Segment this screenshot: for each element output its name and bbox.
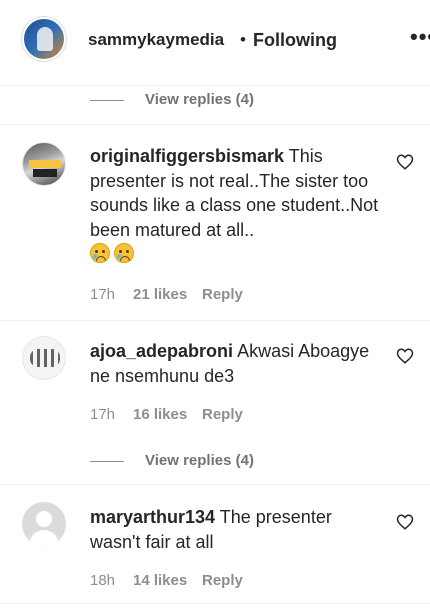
comment-likes[interactable]: 14 likes [133, 572, 187, 589]
avatar[interactable] [22, 17, 66, 61]
replies-line [90, 100, 124, 101]
reply-button[interactable]: Reply [202, 572, 243, 589]
comment-username[interactable]: maryarthur134 [90, 507, 215, 527]
view-replies-label: View replies (4) [145, 452, 254, 469]
comment-body: maryarthur134 The presenter wasn't fair … [90, 505, 386, 554]
avatar[interactable] [22, 336, 66, 380]
author-username[interactable]: sammykaymedia [88, 30, 224, 50]
comment-username[interactable]: originalfiggersbismark [90, 146, 284, 166]
reply-button[interactable]: Reply [202, 286, 243, 303]
avatar[interactable] [22, 502, 66, 546]
crying-face-emoji [90, 243, 110, 263]
comment-time: 17h [90, 406, 116, 423]
comment-likes[interactable]: 21 likes [133, 286, 187, 303]
heart-icon[interactable] [396, 153, 414, 171]
comment-username[interactable]: ajoa_adepabroni [90, 341, 233, 361]
comment-body: originalfiggersbismark This presenter is… [90, 144, 386, 267]
comment-time: 17h [90, 286, 116, 303]
replies-line [90, 461, 124, 462]
separator-dot: • [240, 30, 246, 49]
divider [0, 484, 430, 485]
crying-face-emoji [114, 243, 134, 263]
comment-time: 18h [90, 572, 116, 589]
comment-likes[interactable]: 16 likes [133, 406, 187, 423]
divider [0, 124, 430, 125]
following-button[interactable]: Following [253, 30, 337, 51]
divider [0, 603, 430, 604]
divider [0, 320, 430, 321]
post-header: sammykaymedia • Following ••• [0, 0, 430, 86]
heart-icon[interactable] [396, 513, 414, 531]
comment-body: ajoa_adepabroni Akwasi Aboagye ne nsemhu… [90, 339, 386, 388]
view-replies-label: View replies (4) [145, 91, 254, 108]
more-dots-icon[interactable]: ••• [410, 24, 430, 50]
avatar[interactable] [22, 142, 66, 186]
heart-icon[interactable] [396, 347, 414, 365]
reply-button[interactable]: Reply [202, 406, 243, 423]
